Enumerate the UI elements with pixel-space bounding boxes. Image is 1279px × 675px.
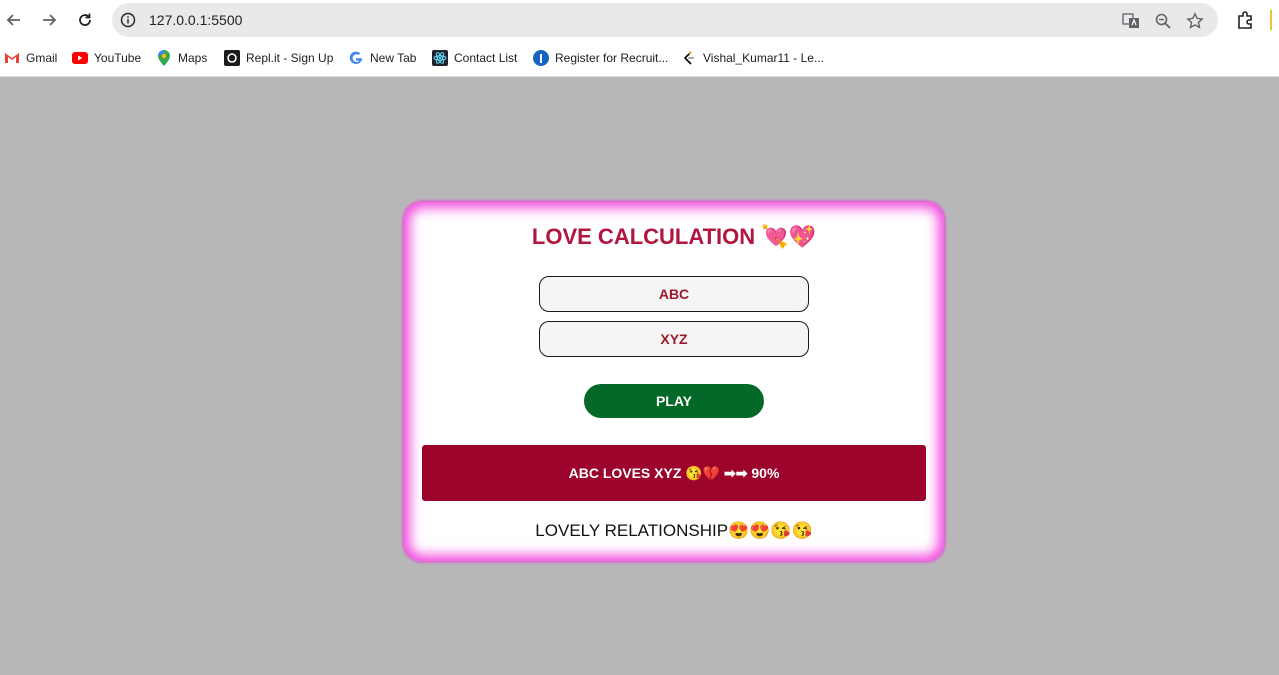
bookmark-star-icon[interactable]: [1186, 12, 1204, 30]
bookmark-youtube[interactable]: YouTube: [72, 49, 141, 67]
bookmark-leetcode[interactable]: Vishal_Kumar11 - Le...: [681, 49, 824, 67]
gmail-icon: [4, 50, 20, 66]
back-button[interactable]: [2, 8, 26, 32]
bookmark-new-tab[interactable]: New Tab: [348, 49, 416, 67]
maps-icon: [156, 50, 172, 66]
replit-icon: [224, 50, 240, 66]
bookmark-label: Contact List: [454, 51, 518, 65]
register-icon: [533, 50, 549, 66]
bookmark-label: Repl.it - Sign Up: [246, 51, 334, 65]
page-title: LOVE CALCULATION 💘💖: [531, 224, 817, 249]
bookmark-maps[interactable]: Maps: [156, 49, 207, 67]
reload-button[interactable]: [73, 8, 97, 32]
react-icon: [432, 50, 448, 66]
bookmarks-bar: Gmail YouTube Maps Repl.it - Sign Up New…: [0, 40, 1279, 77]
browser-toolbar: 127.0.0.1:5500: [0, 0, 1279, 40]
leetcode-icon: [681, 50, 697, 66]
profile-indicator[interactable]: [1270, 10, 1272, 30]
site-info-icon[interactable]: [120, 12, 136, 28]
bookmark-label: New Tab: [370, 51, 417, 65]
bookmark-label: Gmail: [26, 51, 58, 65]
youtube-icon: [72, 50, 88, 66]
zoom-icon[interactable]: [1154, 12, 1172, 30]
first-name-input[interactable]: [539, 276, 809, 312]
bookmark-gmail[interactable]: Gmail: [4, 49, 57, 67]
relationship-verdict: LOVELY RELATIONSHIP😍😍😘😘: [535, 521, 813, 540]
url-text[interactable]: 127.0.0.1:5500: [149, 12, 242, 28]
second-name-input[interactable]: [539, 321, 809, 357]
result-banner: ABC LOVES XYZ 😘💔 ➡➡ 90%: [422, 445, 926, 501]
reload-icon: [79, 13, 91, 26]
translate-icon[interactable]: [1122, 12, 1140, 30]
love-calculator-card: LOVE CALCULATION 💘💖 PLAY ABC LOVES XYZ 😘…: [404, 202, 944, 561]
play-button[interactable]: PLAY: [584, 384, 764, 418]
bookmark-label: Register for Recruit...: [555, 51, 669, 65]
bookmark-label: Maps: [178, 51, 208, 65]
back-arrow-icon: [6, 14, 20, 26]
address-bar[interactable]: 127.0.0.1:5500: [112, 3, 1218, 37]
forward-arrow-icon: [43, 14, 57, 26]
bookmark-label: Vishal_Kumar11 - Le...: [703, 51, 824, 65]
google-icon: [348, 50, 364, 66]
bookmark-register[interactable]: Register for Recruit...: [533, 49, 668, 67]
bookmark-contact-list[interactable]: Contact List: [432, 49, 517, 67]
result-text: ABC LOVES XYZ 😘💔 ➡➡ 90%: [568, 464, 780, 481]
extensions-icon[interactable]: [1235, 10, 1255, 30]
bookmark-replit[interactable]: Repl.it - Sign Up: [224, 49, 333, 67]
forward-button[interactable]: [37, 8, 61, 32]
bookmark-label: YouTube: [94, 51, 142, 65]
